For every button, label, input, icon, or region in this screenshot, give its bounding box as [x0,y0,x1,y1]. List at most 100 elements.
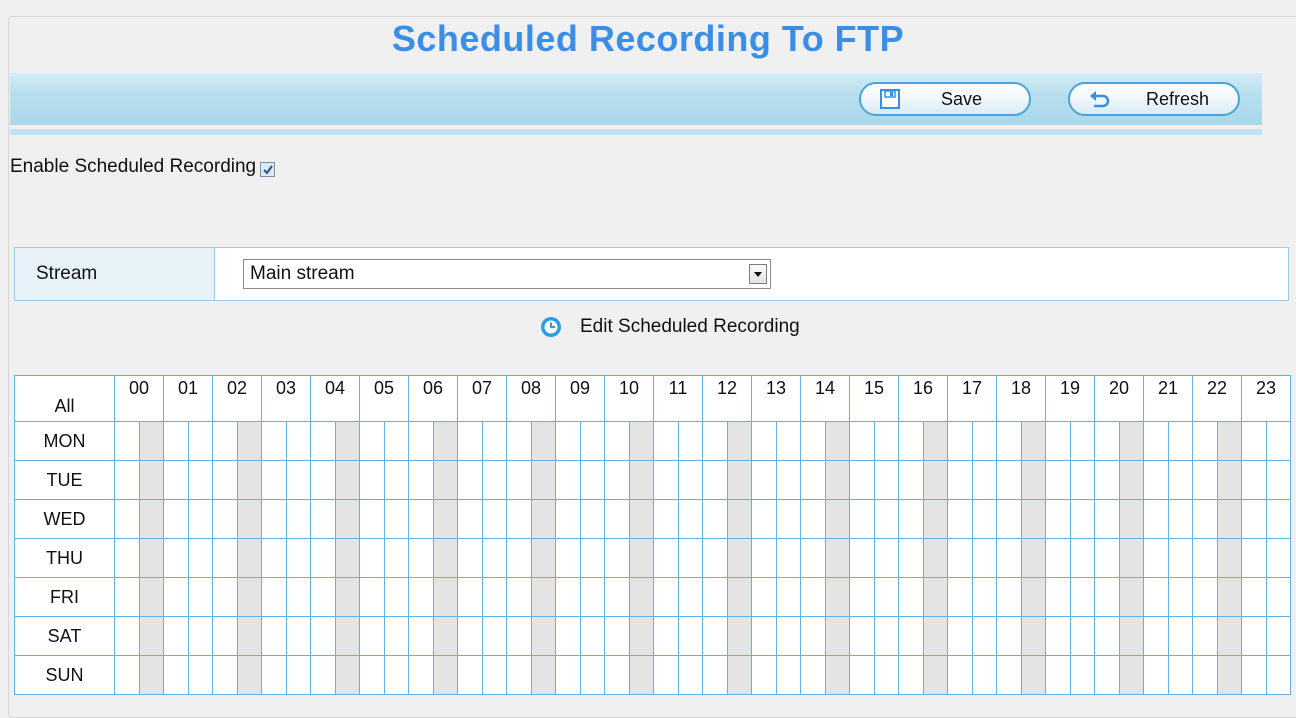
schedule-slot[interactable] [555,655,581,695]
schedule-slot[interactable] [800,460,826,500]
schedule-slot[interactable] [1045,538,1071,578]
schedule-slot[interactable] [579,577,605,617]
schedule-slot[interactable] [530,538,556,578]
schedule-slot[interactable] [751,577,777,617]
schedule-slot[interactable] [947,499,973,539]
schedule-slot[interactable] [359,616,385,656]
schedule-slot[interactable] [114,499,140,539]
schedule-slot[interactable] [1069,460,1095,500]
hour-header[interactable]: 14 [800,375,850,422]
schedule-slot[interactable] [138,577,164,617]
schedule-slot[interactable] [996,655,1022,695]
schedule-slot[interactable] [114,655,140,695]
schedule-slot[interactable] [1216,460,1242,500]
schedule-slot[interactable] [1020,499,1046,539]
schedule-slot[interactable] [579,460,605,500]
schedule-slot[interactable] [163,460,189,500]
schedule-slot[interactable] [285,655,311,695]
schedule-slot[interactable] [481,577,507,617]
schedule-slot[interactable] [408,499,434,539]
schedule-slot[interactable] [579,538,605,578]
schedule-slot[interactable] [726,421,752,461]
schedule-slot[interactable] [898,499,924,539]
schedule-slot[interactable] [1192,538,1218,578]
schedule-slot[interactable] [432,577,458,617]
schedule-slot[interactable] [334,499,360,539]
schedule-slot[interactable] [1094,460,1120,500]
schedule-slot[interactable] [481,616,507,656]
schedule-slot[interactable] [138,460,164,500]
schedule-slot[interactable] [457,655,483,695]
schedule-slot[interactable] [114,460,140,500]
schedule-slot[interactable] [163,655,189,695]
schedule-slot[interactable] [1265,616,1291,656]
schedule-slot[interactable] [383,577,409,617]
schedule-slot[interactable] [310,421,336,461]
schedule-slot[interactable] [702,577,728,617]
schedule-slot[interactable] [261,616,287,656]
schedule-slot[interactable] [726,499,752,539]
schedule-slot[interactable] [800,499,826,539]
schedule-slot[interactable] [359,577,385,617]
hour-header[interactable]: 17 [947,375,997,422]
schedule-slot[interactable] [628,421,654,461]
schedule-slot[interactable] [432,460,458,500]
schedule-slot[interactable] [432,499,458,539]
schedule-slot[interactable] [971,460,997,500]
schedule-slot[interactable] [653,577,679,617]
day-label[interactable]: SUN [14,655,115,695]
schedule-slot[interactable] [1069,577,1095,617]
schedule-slot[interactable] [187,577,213,617]
schedule-slot[interactable] [1020,655,1046,695]
schedule-slot[interactable] [922,655,948,695]
schedule-slot[interactable] [1094,616,1120,656]
schedule-slot[interactable] [163,499,189,539]
schedule-slot[interactable] [187,655,213,695]
schedule-slot[interactable] [1241,577,1267,617]
schedule-slot[interactable] [726,577,752,617]
schedule-slot[interactable] [285,460,311,500]
schedule-slot[interactable] [506,655,532,695]
hour-header[interactable]: 06 [408,375,458,422]
schedule-slot[interactable] [383,655,409,695]
schedule-slot[interactable] [1241,538,1267,578]
schedule-slot[interactable] [702,655,728,695]
schedule-slot[interactable] [604,616,630,656]
schedule-slot[interactable] [653,538,679,578]
schedule-slot[interactable] [824,616,850,656]
schedule-slot[interactable] [628,616,654,656]
schedule-slot[interactable] [1167,655,1193,695]
schedule-slot[interactable] [432,655,458,695]
schedule-slot[interactable] [1192,499,1218,539]
schedule-slot[interactable] [579,421,605,461]
schedule-slot[interactable] [1192,655,1218,695]
schedule-slot[interactable] [947,460,973,500]
schedule-slot[interactable] [947,616,973,656]
hour-header[interactable]: 01 [163,375,213,422]
schedule-slot[interactable] [212,616,238,656]
schedule-slot[interactable] [824,460,850,500]
schedule-slot[interactable] [1216,421,1242,461]
schedule-slot[interactable] [1094,655,1120,695]
schedule-slot[interactable] [310,577,336,617]
schedule-slot[interactable] [1143,538,1169,578]
schedule-slot[interactable] [873,577,899,617]
schedule-slot[interactable] [555,421,581,461]
schedule-slot[interactable] [506,577,532,617]
schedule-slot[interactable] [824,655,850,695]
schedule-slot[interactable] [285,538,311,578]
schedule-slot[interactable] [1118,655,1144,695]
schedule-slot[interactable] [1020,538,1046,578]
schedule-slot[interactable] [873,421,899,461]
hour-header[interactable]: 02 [212,375,262,422]
hour-header[interactable]: 15 [849,375,899,422]
schedule-slot[interactable] [628,655,654,695]
schedule-slot[interactable] [677,655,703,695]
schedule-slot[interactable] [677,499,703,539]
schedule-slot[interactable] [677,577,703,617]
schedule-slot[interactable] [947,538,973,578]
schedule-slot[interactable] [849,538,875,578]
schedule-slot[interactable] [996,499,1022,539]
schedule-slot[interactable] [555,577,581,617]
schedule-slot[interactable] [873,655,899,695]
